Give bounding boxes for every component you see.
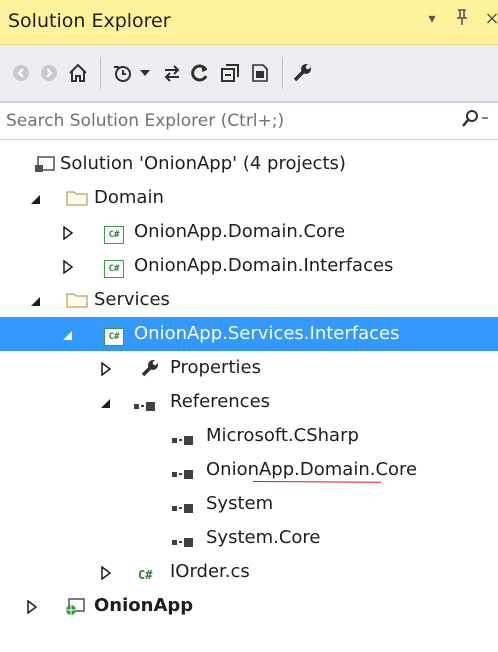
tree-item-label: OnionApp <box>94 595 194 616</box>
search-input[interactable]: Search Solution Explorer (Ctrl+;) <box>6 111 284 131</box>
back-icon[interactable] <box>10 59 32 87</box>
expanded-arrow-icon[interactable] <box>62 327 74 341</box>
tree-item-domain-interfaces[interactable]: C# OnionApp.Domain.Interfaces <box>0 249 498 283</box>
show-all-files-icon[interactable] <box>248 59 272 87</box>
tree-item-reference[interactable]: System.Core <box>0 521 498 555</box>
toolbar <box>0 45 498 102</box>
panel-title: Solution Explorer <box>8 10 171 32</box>
folder-icon <box>66 290 88 310</box>
title-bar: Solution Explorer ▾ × <box>0 0 498 45</box>
home-icon[interactable] <box>66 59 90 87</box>
tree-item-services-folder[interactable]: Services <box>0 283 498 317</box>
tree-item-label: OnionApp.Domain.Core <box>134 221 346 242</box>
tree-item-label: Domain <box>94 187 164 208</box>
search-icon[interactable] <box>460 109 488 133</box>
tree-item-label: Services <box>94 289 170 310</box>
folder-icon <box>66 188 88 208</box>
csharp-project-icon: C# <box>104 222 126 244</box>
expanded-arrow-icon[interactable] <box>100 395 112 409</box>
assembly-reference-icon <box>172 430 194 450</box>
tree-item-label: Solution 'OnionApp' (4 projects) <box>60 153 346 174</box>
tree-item-label: System.Core <box>206 527 321 548</box>
pending-changes-icon[interactable] <box>110 59 134 87</box>
tree-item-label: System <box>206 493 274 514</box>
tree-item-label: References <box>170 391 271 412</box>
collapsed-arrow-icon[interactable] <box>62 259 74 275</box>
forward-icon[interactable] <box>38 59 60 87</box>
close-icon[interactable]: × <box>484 8 498 31</box>
window-position-dropdown-icon[interactable]: ▾ <box>424 8 440 31</box>
tree-item-domain-folder[interactable]: Domain <box>0 181 498 215</box>
tree-item-label: Properties <box>170 357 261 378</box>
collapsed-arrow-icon[interactable] <box>100 565 112 581</box>
tree-item-references[interactable]: References <box>0 385 498 419</box>
web-project-icon <box>64 596 86 616</box>
annotation-underline <box>252 481 382 483</box>
assembly-reference-icon <box>172 498 194 518</box>
tree-item-solution[interactable]: Solution 'OnionApp' (4 projects) <box>0 147 498 181</box>
properties-wrench-icon[interactable] <box>290 59 314 87</box>
tree-item-reference[interactable]: Microsoft.CSharp <box>0 419 498 453</box>
tree-item-services-interfaces[interactable]: C# OnionApp.Services.Interfaces <box>0 317 498 351</box>
tree-item-reference[interactable]: System <box>0 487 498 521</box>
csharp-project-icon: C# <box>104 324 126 346</box>
tree-item-domain-core[interactable]: C# OnionApp.Domain.Core <box>0 215 498 249</box>
csharp-project-icon: C# <box>104 256 126 278</box>
sync-icon[interactable] <box>160 59 184 87</box>
csharp-file-icon: C# <box>138 568 153 582</box>
refresh-icon[interactable] <box>188 59 212 87</box>
tree-item-label: IOrder.cs <box>170 561 250 582</box>
expanded-arrow-icon[interactable] <box>30 191 42 205</box>
search-box[interactable]: Search Solution Explorer (Ctrl+;) <box>0 102 498 140</box>
wrench-icon <box>140 358 162 378</box>
tree-item-web-project[interactable]: OnionApp <box>0 589 498 623</box>
references-icon <box>134 396 156 416</box>
solution-explorer-panel: Solution Explorer ▾ × Search Solution Ex… <box>0 0 498 652</box>
solution-icon <box>34 154 56 174</box>
collapsed-arrow-icon[interactable] <box>62 225 74 241</box>
tree-item-label: OnionApp.Domain.Interfaces <box>134 255 394 276</box>
dropdown-arrow-icon[interactable] <box>138 59 152 87</box>
tree-item-file[interactable]: C# IOrder.cs <box>0 555 498 589</box>
title-controls: ▾ × <box>424 8 498 31</box>
tree-item-label: OnionApp.Services.Interfaces <box>134 323 400 344</box>
collapse-all-icon[interactable] <box>218 59 242 87</box>
collapsed-arrow-icon[interactable] <box>26 599 38 615</box>
tree-item-label: Microsoft.CSharp <box>206 425 359 446</box>
collapsed-arrow-icon[interactable] <box>100 361 112 377</box>
assembly-reference-icon <box>172 532 194 552</box>
tree-item-label: OnionApp.Domain.Core <box>206 459 418 480</box>
auto-hide-pin-icon[interactable] <box>454 8 470 31</box>
tree-item-properties[interactable]: Properties <box>0 351 498 385</box>
expanded-arrow-icon[interactable] <box>30 293 42 307</box>
